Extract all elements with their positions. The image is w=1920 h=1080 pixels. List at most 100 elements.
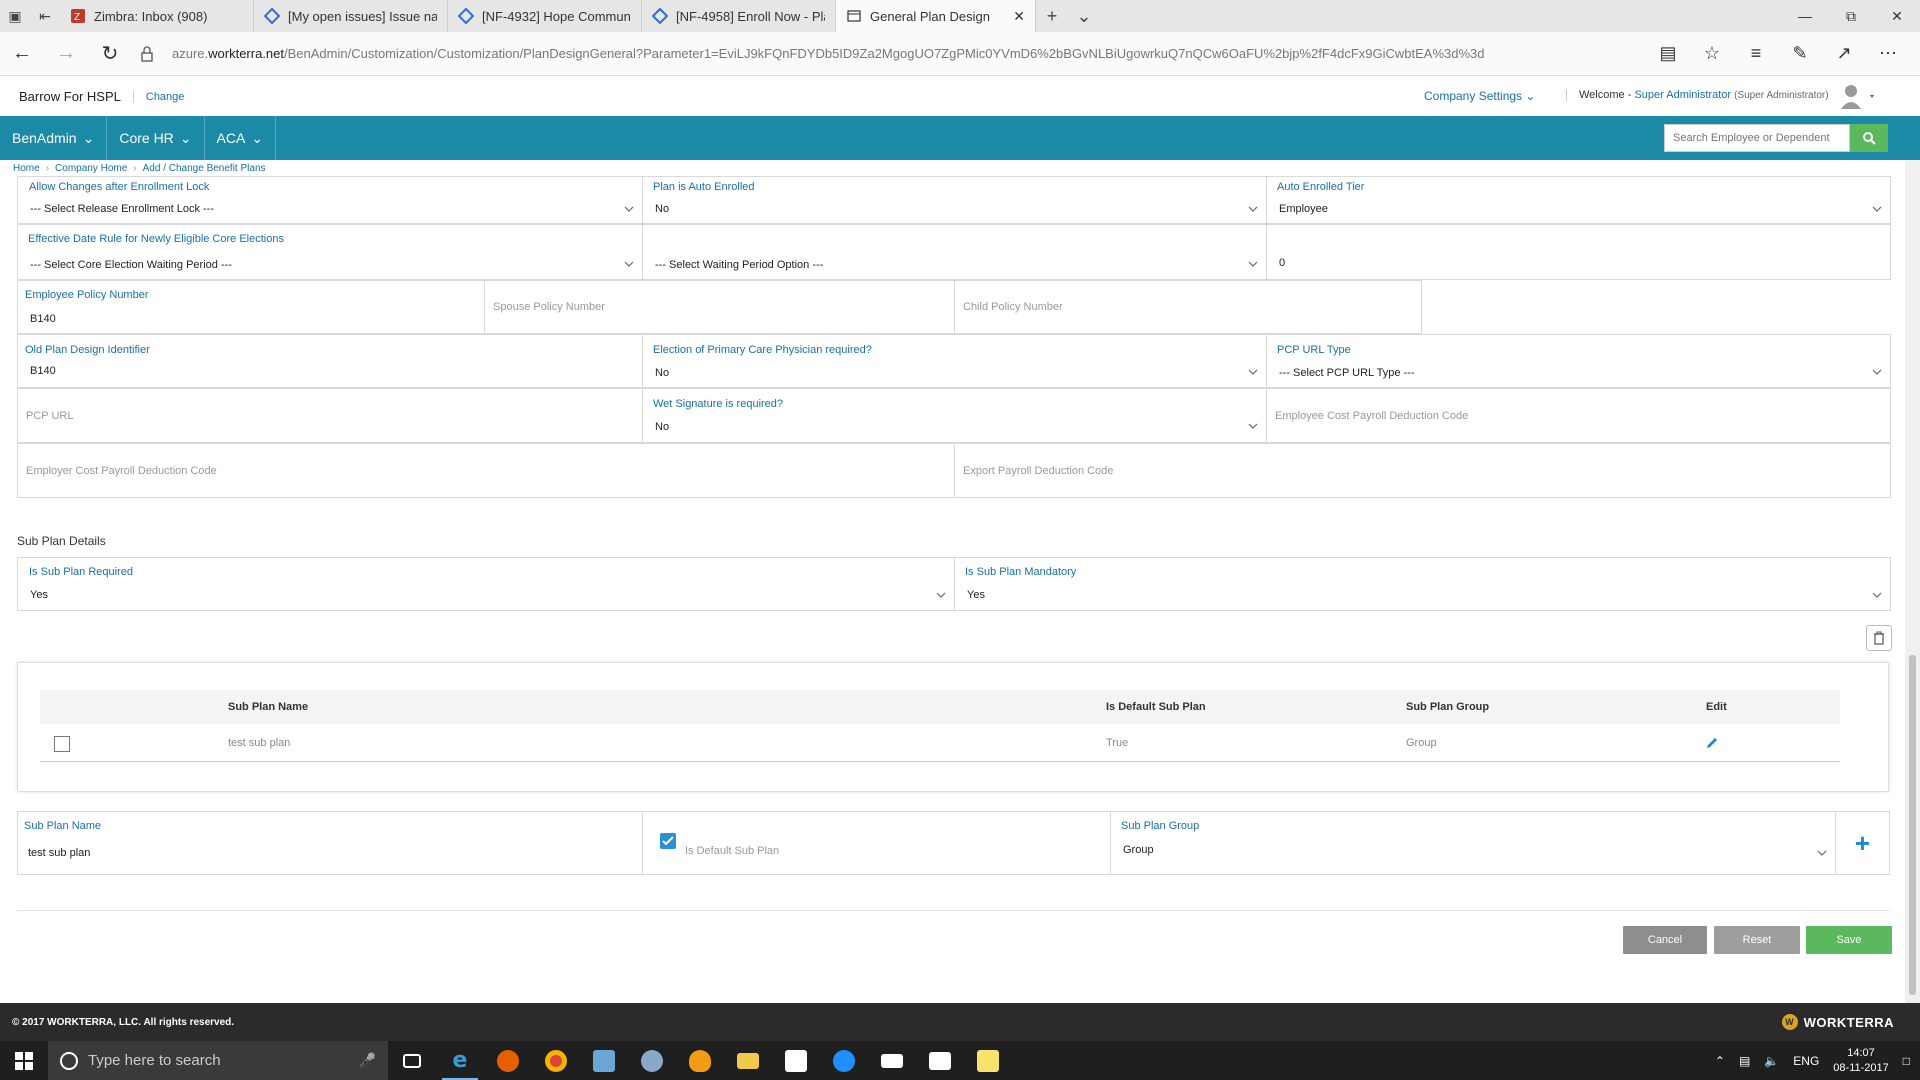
field-value: Employee xyxy=(1279,203,1328,215)
new-tab-icon[interactable]: + xyxy=(1036,0,1068,32)
child-policy-number-input[interactable]: Child Policy Number xyxy=(954,280,1422,334)
browser-tab-general-plan-design[interactable]: General Plan Design ✕ xyxy=(836,0,1036,32)
language-indicator[interactable]: ENG xyxy=(1793,1054,1819,1068)
allow-changes-select[interactable]: Allow Changes after Enrollment Lock --- … xyxy=(17,176,643,224)
employee-policy-number-input[interactable]: Employee Policy Number B140 xyxy=(17,280,485,334)
browser-tab-nf-4958[interactable]: [NF-4958] Enroll Now - Plar xyxy=(642,0,836,32)
chevron-up-icon[interactable]: ⌃ xyxy=(1715,1054,1725,1068)
share-icon[interactable]: ↗ xyxy=(1822,43,1866,64)
row-select-checkbox[interactable] xyxy=(54,736,70,752)
sub-plan-name-input[interactable]: Sub Plan Name test sub plan xyxy=(17,811,643,875)
file-explorer-icon[interactable] xyxy=(724,1041,772,1080)
breadcrumb-company-home[interactable]: Company Home xyxy=(55,163,127,174)
tab-aside-icon[interactable]: ⇤ xyxy=(30,0,60,32)
spouse-policy-number-input[interactable]: Spouse Policy Number xyxy=(484,280,955,334)
volume-icon[interactable]: 🔈 xyxy=(1764,1054,1779,1068)
microphone-icon[interactable]: 🎤 xyxy=(359,1052,376,1069)
minimize-icon[interactable]: — xyxy=(1782,0,1828,32)
search-button[interactable] xyxy=(1850,124,1888,152)
refresh-icon[interactable]: ↻ xyxy=(88,32,132,76)
sub-plan-required-select[interactable]: Is Sub Plan Required Yes xyxy=(17,557,955,611)
pen-icon[interactable]: ✎ xyxy=(1778,43,1822,64)
page-icon xyxy=(846,8,862,24)
reading-view-icon[interactable]: ▤ xyxy=(1646,43,1690,64)
network-icon[interactable]: ▤ xyxy=(1739,1054,1750,1068)
user-name[interactable]: Super Administrator xyxy=(1634,89,1731,101)
nav-menu-benadmin[interactable]: BenAdmin ⌄ xyxy=(0,116,108,160)
compass-app-icon[interactable] xyxy=(820,1041,868,1080)
url-domain: workterra.net xyxy=(208,46,285,61)
nav-menu-core-hr[interactable]: Core HR ⌄ xyxy=(107,116,205,160)
restore-icon[interactable]: ⧉ xyxy=(1828,0,1874,32)
employee-search-input[interactable] xyxy=(1664,124,1850,152)
tab-actions-icon[interactable]: ▣ xyxy=(0,0,30,32)
plan-auto-enrolled-select[interactable]: Plan is Auto Enrolled No xyxy=(642,176,1267,224)
app-icon[interactable] xyxy=(580,1041,628,1080)
paint-icon[interactable] xyxy=(628,1041,676,1080)
field-label: Sub Plan Group xyxy=(1121,820,1200,832)
notifications-icon[interactable]: □ xyxy=(1903,1054,1910,1068)
column-header-is-default: Is Default Sub Plan xyxy=(1106,701,1206,713)
wet-signature-select[interactable]: Wet Signature is required? No xyxy=(642,388,1267,443)
employee-cost-deduction-code-input[interactable]: Employee Cost Payroll Deduction Code xyxy=(1266,388,1891,443)
reset-button[interactable]: Reset xyxy=(1714,926,1800,954)
chevron-down-icon xyxy=(1872,369,1882,375)
sticky-notes-icon[interactable] xyxy=(964,1041,1012,1080)
employer-cost-deduction-code-input[interactable]: Employer Cost Payroll Deduction Code xyxy=(17,443,955,498)
company-settings-menu[interactable]: Company Settings ⌄ xyxy=(1424,89,1535,103)
waiting-period-days-input[interactable]: 0 xyxy=(1266,224,1891,280)
back-icon[interactable]: ← xyxy=(0,32,44,76)
sub-plan-group-select[interactable]: Sub Plan Group Group xyxy=(1110,811,1836,875)
task-view-icon[interactable] xyxy=(388,1041,436,1080)
chrome-icon[interactable] xyxy=(532,1041,580,1080)
company-name: Barrow For HSPL xyxy=(19,89,121,104)
cancel-button[interactable]: Cancel xyxy=(1623,926,1707,954)
mail-icon[interactable] xyxy=(868,1041,916,1080)
pcp-url-input[interactable]: PCP URL xyxy=(17,388,643,443)
breadcrumb-benefit-plans[interactable]: Add / Change Benefit Plans xyxy=(143,163,266,174)
delete-sub-plan-button[interactable] xyxy=(1866,625,1892,651)
flame-app-icon[interactable] xyxy=(676,1041,724,1080)
change-company-link[interactable]: Change xyxy=(132,90,184,103)
add-sub-plan-button[interactable]: + xyxy=(1835,811,1890,875)
browser-tab-my-issues[interactable]: [My open issues] Issue navig xyxy=(254,0,448,32)
nav-menu-aca[interactable]: ACA ⌄ xyxy=(205,116,277,160)
jira-icon xyxy=(264,8,280,24)
sub-plan-mandatory-select[interactable]: Is Sub Plan Mandatory Yes xyxy=(954,557,1891,611)
store-icon[interactable] xyxy=(772,1041,820,1080)
old-plan-design-identifier-input[interactable]: Old Plan Design Identifier B140 xyxy=(17,334,643,388)
auto-enrolled-tier-select[interactable]: Auto Enrolled Tier Employee xyxy=(1266,176,1891,224)
waiting-period-option-select[interactable]: --- Select Waiting Period Option --- xyxy=(642,224,1267,280)
forward-icon[interactable]: → xyxy=(44,32,88,76)
save-button[interactable]: Save xyxy=(1806,926,1892,954)
close-icon[interactable]: ✕ xyxy=(1013,8,1025,25)
lock-icon[interactable] xyxy=(132,45,162,62)
pcp-required-select[interactable]: Election of Primary Care Physician requi… xyxy=(642,334,1267,388)
browser-tab-strip: ▣ ⇤ Z Zimbra: Inbox (908) [My open issue… xyxy=(0,0,1920,32)
is-default-checkbox[interactable] xyxy=(660,833,676,849)
browser-tab-zimbra[interactable]: Z Zimbra: Inbox (908) xyxy=(60,0,254,32)
scrollbar-thumb[interactable] xyxy=(1909,655,1916,995)
favorite-star-icon[interactable]: ☆ xyxy=(1690,43,1734,64)
chevron-down-icon[interactable]: ⌄ xyxy=(1068,0,1100,32)
scrollbar[interactable] xyxy=(1905,160,1920,1003)
windows-start-icon[interactable] xyxy=(0,1041,48,1080)
clock[interactable]: 14:07 08-11-2017 xyxy=(1833,1046,1888,1076)
breadcrumb-home[interactable]: Home xyxy=(13,163,40,174)
browser-tab-nf-4932[interactable]: [NF-4932] Hope Community xyxy=(448,0,642,32)
clock-time: 14:07 xyxy=(1847,1046,1875,1059)
photos-icon[interactable] xyxy=(916,1041,964,1080)
export-deduction-code-input[interactable]: Export Payroll Deduction Code xyxy=(954,443,1891,498)
edge-browser-icon[interactable]: e xyxy=(436,1041,484,1080)
effective-date-rule-select[interactable]: Effective Date Rule for Newly Eligible C… xyxy=(17,224,643,280)
hub-icon[interactable]: ≡ xyxy=(1734,43,1778,64)
more-icon[interactable]: ⋯ xyxy=(1866,43,1910,64)
url-field[interactable]: azure.workterra.net/BenAdmin/Customizati… xyxy=(162,46,1646,61)
taskbar-search-input[interactable]: Type here to search 🎤 xyxy=(48,1041,388,1080)
pencil-icon[interactable] xyxy=(1706,724,1718,762)
pcp-url-type-select[interactable]: PCP URL Type --- Select PCP URL Type --- xyxy=(1266,334,1891,388)
close-window-icon[interactable]: ✕ xyxy=(1874,0,1920,32)
avatar[interactable] xyxy=(1840,83,1874,109)
field-value: --- Select Release Enrollment Lock --- xyxy=(30,203,215,215)
firefox-icon[interactable] xyxy=(484,1041,532,1080)
